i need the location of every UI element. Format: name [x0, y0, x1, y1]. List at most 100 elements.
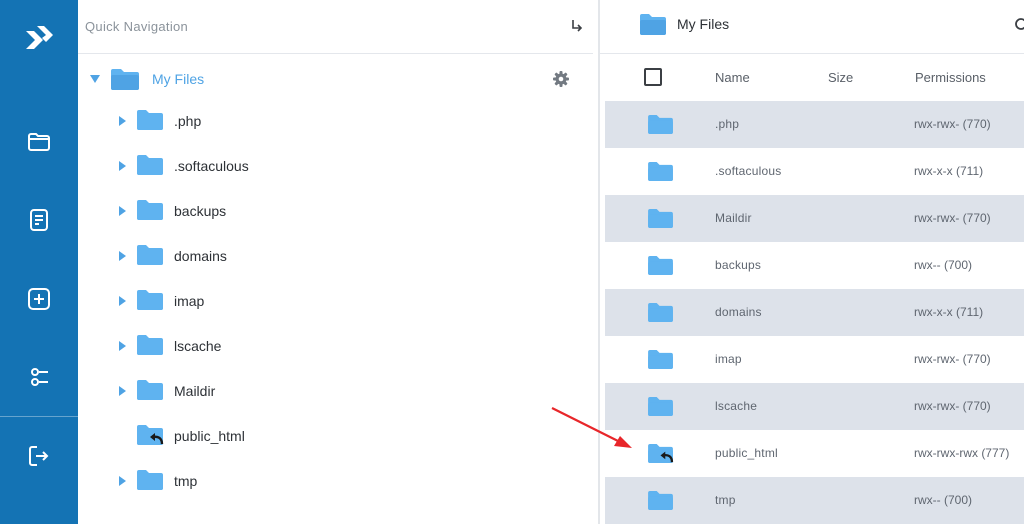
folder-tree-panel: Quick Navigation My Files .php .softacul…: [78, 0, 598, 524]
folder-icon: [648, 443, 674, 464]
file-permissions: rwx-- (700): [914, 493, 973, 507]
quick-navigation-label: Quick Navigation: [85, 19, 189, 34]
tree-item-label[interactable]: Maildir: [174, 383, 215, 399]
file-name[interactable]: .php: [715, 117, 739, 131]
file-name[interactable]: Maildir: [715, 211, 752, 225]
file-permissions: rwx-rwx- (770): [914, 399, 991, 413]
expand-caret-icon[interactable]: [119, 161, 126, 171]
add-icon: [28, 288, 50, 310]
logout-icon: [29, 446, 49, 466]
tree-item[interactable]: .softaculous: [78, 146, 593, 186]
file-name[interactable]: domains: [715, 305, 762, 319]
tree-item[interactable]: .php: [78, 101, 593, 141]
documents-button[interactable]: [0, 196, 78, 244]
folder-icon: [137, 335, 163, 355]
folder-icon: [648, 208, 673, 229]
folder-icon: [137, 155, 163, 175]
settings-sliders-icon: [31, 368, 48, 386]
folder-icon: [137, 110, 163, 130]
folder-icon: [137, 200, 163, 220]
tree-root-my-files[interactable]: My Files: [78, 60, 593, 98]
file-row[interactable]: public_html rwx-rwx-rwx (777): [605, 430, 1024, 477]
logo-button[interactable]: [0, 16, 78, 64]
folder-icon: [648, 349, 673, 370]
file-name[interactable]: lscache: [715, 399, 757, 413]
tree-item[interactable]: imap: [78, 281, 593, 321]
tree-item-label[interactable]: lscache: [174, 338, 221, 354]
logout-button[interactable]: [0, 432, 78, 480]
file-permissions: rwx-rwx- (770): [914, 352, 991, 366]
tree-item-label[interactable]: public_html: [174, 428, 245, 444]
file-permissions: rwx-x-x (711): [914, 305, 984, 319]
file-row[interactable]: .softaculous rwx-x-x (711): [605, 148, 1024, 195]
file-permissions: rwx-x-x (711): [914, 164, 984, 178]
files-button[interactable]: [0, 118, 78, 166]
file-list-panel: My Files Name Size Permissions .php rwx-r…: [600, 0, 1024, 524]
expand-caret-icon[interactable]: [119, 206, 126, 216]
select-all-checkbox[interactable]: [644, 68, 662, 86]
list-header: My Files: [600, 0, 1024, 54]
folder-icon: [648, 255, 673, 276]
file-name[interactable]: backups: [715, 258, 761, 272]
file-row[interactable]: .php rwx-rwx- (770): [605, 101, 1024, 148]
file-permissions: rwx-rwx- (770): [914, 117, 991, 131]
folder-icon: [137, 470, 163, 490]
file-row[interactable]: lscache rwx-rwx- (770): [605, 383, 1024, 430]
folder-icon: [137, 425, 164, 445]
file-name[interactable]: public_html: [715, 446, 778, 460]
column-name[interactable]: Name: [715, 70, 750, 85]
file-name[interactable]: .softaculous: [715, 164, 781, 178]
tree-item-label[interactable]: domains: [174, 248, 227, 264]
tree-item[interactable]: backups: [78, 191, 593, 231]
file-row[interactable]: backups rwx-- (700): [605, 242, 1024, 289]
tree-item-label[interactable]: tmp: [174, 473, 197, 489]
folder-icon: [28, 133, 50, 151]
folder-icon: [648, 302, 673, 323]
folder-icon: [111, 69, 139, 90]
tree-item[interactable]: tmp: [78, 461, 593, 501]
file-name[interactable]: imap: [715, 352, 742, 366]
tree-item-label[interactable]: backups: [174, 203, 226, 219]
file-permissions: rwx-- (700): [914, 258, 973, 272]
file-row[interactable]: imap rwx-rwx- (770): [605, 336, 1024, 383]
left-rail: [0, 0, 78, 524]
file-manager-app: Quick Navigation My Files .php .softacul…: [0, 0, 1024, 524]
folder-icon: [137, 245, 163, 265]
corner-arrow-icon: [572, 20, 583, 32]
gear-icon[interactable]: [552, 70, 570, 88]
tree-item[interactable]: domains: [78, 236, 593, 276]
expand-caret-icon[interactable]: [119, 116, 126, 126]
file-name[interactable]: tmp: [715, 493, 736, 507]
current-folder-title: My Files: [677, 16, 730, 32]
column-header-row: Name Size Permissions: [600, 54, 1024, 100]
column-permissions[interactable]: Permissions: [915, 70, 986, 85]
expand-caret-icon[interactable]: [119, 476, 126, 486]
logo-icon: [26, 26, 53, 49]
rail-divider: [0, 416, 78, 417]
file-permissions: rwx-rwx- (770): [914, 211, 991, 225]
expand-caret-icon[interactable]: [119, 341, 126, 351]
column-size[interactable]: Size: [828, 70, 853, 85]
tree-item[interactable]: Maildir: [78, 371, 593, 411]
expand-caret-icon[interactable]: [119, 251, 126, 261]
expand-caret-icon[interactable]: [119, 296, 126, 306]
quick-navigation-go-button[interactable]: [568, 17, 586, 35]
tree-item-label[interactable]: .softaculous: [174, 158, 249, 174]
settings-button[interactable]: [0, 353, 78, 401]
folder-icon: [648, 114, 673, 135]
collapse-caret-icon[interactable]: [90, 75, 100, 83]
folder-icon: [648, 490, 673, 511]
file-row[interactable]: domains rwx-x-x (711): [605, 289, 1024, 336]
search-icon[interactable]: [1014, 17, 1024, 33]
tree-root-label[interactable]: My Files: [152, 71, 204, 87]
file-row[interactable]: Maildir rwx-rwx- (770): [605, 195, 1024, 242]
tree-item[interactable]: public_html: [78, 416, 593, 456]
tree-item[interactable]: lscache: [78, 326, 593, 366]
folder-icon: [648, 396, 673, 417]
file-row[interactable]: tmp rwx-- (700): [605, 477, 1024, 524]
expand-caret-icon[interactable]: [119, 386, 126, 396]
document-icon: [30, 209, 48, 231]
tree-item-label[interactable]: imap: [174, 293, 204, 309]
tree-item-label[interactable]: .php: [174, 113, 201, 129]
add-button[interactable]: [0, 275, 78, 323]
